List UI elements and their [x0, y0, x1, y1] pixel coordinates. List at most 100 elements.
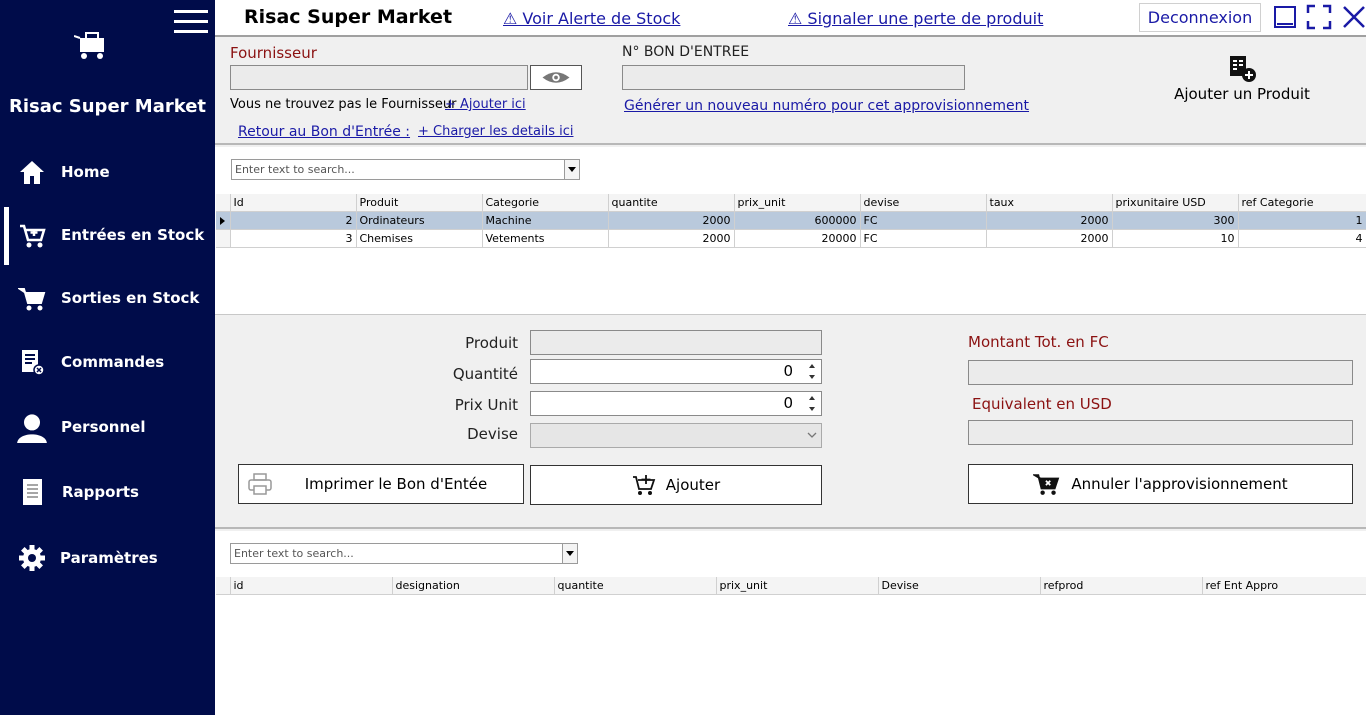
- table-cell[interactable]: 2000: [608, 229, 735, 248]
- minimize-icon[interactable]: [1272, 4, 1298, 30]
- quantite-label: Quantité: [452, 365, 518, 383]
- equiv-usd-label: Equivalent en USD: [972, 395, 1112, 413]
- table-cell[interactable]: 10: [1112, 229, 1239, 248]
- column-header[interactable]: prixunitaire USD: [1112, 194, 1239, 212]
- cart-out-icon: [18, 288, 46, 311]
- montant-field: [968, 360, 1353, 385]
- table-cell[interactable]: 2000: [608, 211, 735, 230]
- table-cell[interactable]: 2000: [986, 229, 1113, 248]
- quantite-value: 0: [783, 362, 793, 380]
- load-details-link[interactable]: + Charger les details ici: [418, 124, 573, 139]
- bon-entree-label: N° BON D'ENTREE: [622, 44, 750, 60]
- row-header-corner: [216, 194, 231, 212]
- table-cell[interactable]: 3: [230, 229, 357, 248]
- print-bon-button[interactable]: Imprimer le Bon d'Entée: [238, 464, 524, 504]
- hamburger-menu-icon[interactable]: [174, 10, 208, 36]
- table-cell[interactable]: 300: [1112, 211, 1239, 230]
- montant-label: Montant Tot. en FC: [968, 333, 1109, 351]
- table-cell[interactable]: Chemises: [356, 229, 483, 248]
- add-product-icon: [1230, 56, 1256, 82]
- column-header[interactable]: taux: [986, 194, 1113, 212]
- column-header[interactable]: devise: [860, 194, 987, 212]
- column-header[interactable]: designation: [392, 577, 555, 595]
- eye-icon: [542, 72, 570, 83]
- supplier-not-found-text: Vous ne trouvez pas le Fournisseur: [230, 97, 457, 112]
- cancel-supply-button[interactable]: Annuler l'approvisionnement: [968, 464, 1353, 504]
- spin-arrows-icon[interactable]: [806, 393, 820, 414]
- fournisseur-label: Fournisseur: [230, 44, 317, 62]
- fournisseur-field[interactable]: [230, 65, 528, 90]
- bon-entree-field[interactable]: [622, 65, 965, 90]
- sidebar: Risac Super Market Home Entrées en Stock…: [0, 0, 215, 715]
- close-icon[interactable]: [1341, 4, 1366, 30]
- grid2-search-input[interactable]: Enter text to search...: [230, 543, 578, 564]
- print-bon-label: Imprimer le Bon d'Entée: [304, 475, 488, 493]
- produit-label: Produit: [465, 334, 518, 352]
- equiv-usd-field: [968, 420, 1353, 445]
- column-header[interactable]: refprod: [1040, 577, 1203, 595]
- maximize-icon[interactable]: [1306, 4, 1332, 30]
- row-header-corner: [216, 577, 231, 595]
- logout-button[interactable]: Deconnexion: [1139, 3, 1261, 32]
- column-header[interactable]: quantite: [608, 194, 735, 212]
- order-list-icon: [22, 350, 45, 376]
- table-cell[interactable]: Vetements: [482, 229, 609, 248]
- column-header[interactable]: Id: [230, 194, 357, 212]
- report-loss-link[interactable]: ⚠ Signaler une perte de produit: [788, 9, 1043, 28]
- sidebar-item-parametres[interactable]: Paramètres: [0, 530, 215, 586]
- add-item-label: Ajouter: [665, 476, 721, 494]
- add-item-button[interactable]: Ajouter: [530, 465, 822, 505]
- table-cell[interactable]: 1: [1238, 211, 1366, 230]
- produit-field[interactable]: [530, 330, 822, 355]
- sidebar-item-personnel[interactable]: Personnel: [0, 399, 215, 455]
- table-row[interactable]: 3 Chemises Vetements 2000 20000 FC 2000 …: [216, 229, 1366, 248]
- column-header[interactable]: quantite: [554, 577, 717, 595]
- column-header[interactable]: id: [230, 577, 393, 595]
- sidebar-item-label: Entrées en Stock: [61, 226, 205, 244]
- column-header[interactable]: ref Categorie: [1238, 194, 1366, 212]
- table-header-row: id designation quantite prix_unit Devise…: [216, 577, 1366, 595]
- table-cell[interactable]: FC: [860, 229, 987, 248]
- grid1-search-dropdown-icon[interactable]: [564, 160, 579, 179]
- prix-label: Prix Unit: [454, 396, 518, 414]
- back-to-bon-link[interactable]: Retour au Bon d'Entrée :: [238, 124, 410, 140]
- table-cell[interactable]: Ordinateurs: [356, 211, 483, 230]
- spin-arrows-icon[interactable]: [806, 361, 820, 382]
- user-icon: [17, 414, 47, 443]
- table-cell[interactable]: 4: [1238, 229, 1366, 248]
- sidebar-item-label: Personnel: [61, 418, 146, 436]
- table-cell[interactable]: 2: [230, 211, 357, 230]
- prix-stepper[interactable]: 0: [530, 391, 822, 416]
- table-cell[interactable]: 600000: [734, 211, 861, 230]
- table-cell[interactable]: 20000: [734, 229, 861, 248]
- column-header[interactable]: Produit: [356, 194, 483, 212]
- stock-alert-link[interactable]: ⚠ Voir Alerte de Stock: [503, 9, 680, 28]
- add-supplier-link[interactable]: + Ajouter ici: [445, 97, 526, 112]
- column-header[interactable]: prix_unit: [716, 577, 879, 595]
- sidebar-item-home[interactable]: Home: [0, 144, 215, 200]
- sidebar-item-entrees[interactable]: Entrées en Stock: [0, 207, 215, 265]
- sidebar-item-rapports[interactable]: Rapports: [0, 464, 215, 520]
- table-cell[interactable]: Machine: [482, 211, 609, 230]
- sidebar-item-sorties[interactable]: Sorties en Stock: [0, 270, 215, 326]
- generate-number-link[interactable]: Générer un nouveau numéro pour cet appro…: [624, 98, 1029, 114]
- column-header[interactable]: ref Ent Appro: [1202, 577, 1366, 595]
- view-supplier-button[interactable]: [530, 65, 582, 90]
- column-header[interactable]: Categorie: [482, 194, 609, 212]
- add-product-button[interactable]: Ajouter un Produit: [1170, 55, 1314, 105]
- grid1-search-input[interactable]: Enter text to search...: [231, 159, 580, 180]
- table-cell[interactable]: 2000: [986, 211, 1113, 230]
- printer-icon: [248, 473, 272, 495]
- table-cell[interactable]: FC: [860, 211, 987, 230]
- devise-label: Devise: [467, 425, 518, 443]
- quantite-stepper[interactable]: 0: [530, 359, 822, 384]
- column-header[interactable]: prix_unit: [734, 194, 861, 212]
- table-row[interactable]: 2 Ordinateurs Machine 2000 600000 FC 200…: [216, 211, 1366, 230]
- chevron-down-icon: [807, 432, 817, 438]
- column-header[interactable]: Devise: [878, 577, 1041, 595]
- sidebar-item-commandes[interactable]: Commandes: [0, 334, 215, 390]
- grid2-search-dropdown-icon[interactable]: [562, 544, 577, 563]
- sidebar-item-label: Commandes: [61, 353, 165, 371]
- sidebar-item-label: Home: [61, 163, 110, 181]
- devise-select[interactable]: [530, 423, 822, 448]
